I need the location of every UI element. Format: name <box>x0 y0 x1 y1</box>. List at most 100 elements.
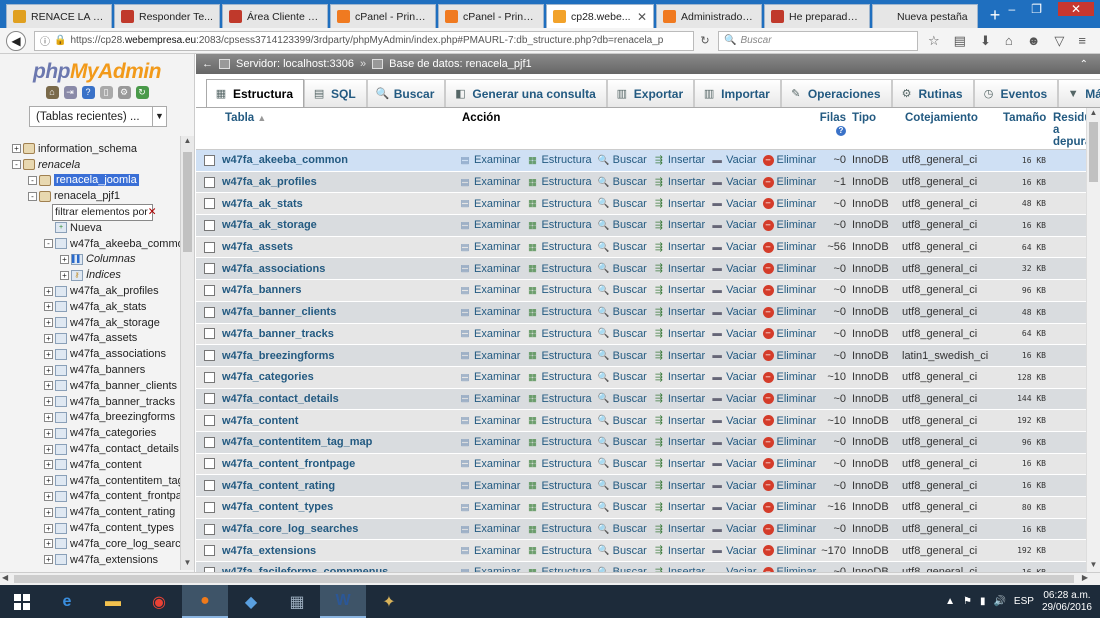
row-checkbox[interactable] <box>203 328 215 340</box>
action-drop[interactable]: −Eliminar <box>762 241 816 253</box>
action-empty[interactable]: ▬ Vaciar <box>711 219 756 231</box>
action-search[interactable]: 🔍Buscar <box>598 501 647 513</box>
row-checkbox[interactable] <box>203 241 215 253</box>
action-browse[interactable]: ▤ Examinar <box>459 284 521 296</box>
tree-item-table[interactable]: + w47fa_banner_tracks <box>0 394 180 410</box>
action-browse[interactable]: ▤ Examinar <box>459 436 521 448</box>
tree-item-new[interactable]: + Nueva <box>0 220 180 236</box>
row-checkbox[interactable] <box>203 501 215 513</box>
action-empty[interactable]: ▬ Vaciar <box>711 480 756 492</box>
action-structure[interactable]: ▦ Estructura <box>526 328 592 340</box>
tree-item-table[interactable]: + w47fa_contentitem_tag <box>0 473 180 489</box>
taskbar-app[interactable]: ◉ <box>136 585 182 618</box>
tab-buscar[interactable]: 🔍 Buscar <box>366 79 446 107</box>
action-drop[interactable]: −Eliminar <box>762 501 816 513</box>
tree-item-table[interactable]: + w47fa_ak_profiles <box>0 283 180 299</box>
action-drop[interactable]: −Eliminar <box>762 284 816 296</box>
tree-item-table[interactable]: + w47fa_content_frontpa <box>0 489 180 505</box>
row-checkbox[interactable] <box>203 458 215 470</box>
minimize-icon[interactable]: – <box>1009 2 1016 16</box>
tab-estructura[interactable]: ▦ Estructura <box>206 79 305 107</box>
table-name-link[interactable]: w47fa_ak_profiles <box>222 176 459 188</box>
action-insert[interactable]: ⇶ Insertar <box>653 501 705 513</box>
docs-icon[interactable]: ▯ <box>99 86 113 99</box>
action-empty[interactable]: ▬ Vaciar <box>711 328 756 340</box>
action-drop[interactable]: −Eliminar <box>762 436 816 448</box>
action-structure[interactable]: ▦ Estructura <box>526 198 592 210</box>
action-search[interactable]: 🔍Buscar <box>598 523 647 535</box>
taskbar-app[interactable]: ✦ <box>366 585 412 618</box>
tab-exportar[interactable]: ▥ Exportar <box>606 79 695 107</box>
expand-icon[interactable]: + <box>44 476 53 486</box>
collapse-icon[interactable]: - <box>44 239 53 249</box>
tree-item-table[interactable]: + w47fa_extensions <box>0 552 180 568</box>
back-button[interactable]: ◀ <box>6 30 26 51</box>
table-name-link[interactable]: w47fa_contact_details <box>222 393 459 405</box>
tree-item-table[interactable]: - w47fa_akeeba_common <box>0 236 180 252</box>
help-icon[interactable]: ? <box>836 126 846 136</box>
action-insert[interactable]: ⇶ Insertar <box>653 350 705 362</box>
action-browse[interactable]: ▤ Examinar <box>459 523 521 535</box>
pma-logo[interactable]: phpMyAdmin <box>0 60 194 84</box>
tree-item-cols[interactable]: + ▌▌ Columnas <box>0 252 180 268</box>
row-checkbox[interactable] <box>203 545 215 557</box>
tree-item-table[interactable]: + w47fa_ak_storage <box>0 315 180 331</box>
action-structure[interactable]: ▦ Estructura <box>526 523 592 535</box>
action-search[interactable]: 🔍Buscar <box>598 241 647 253</box>
row-checkbox[interactable] <box>203 436 215 448</box>
action-empty[interactable]: ▬ Vaciar <box>711 176 756 188</box>
action-drop[interactable]: −Eliminar <box>762 328 816 340</box>
tray-arrow-icon[interactable]: ▲ <box>945 596 955 607</box>
scroll-up-icon[interactable]: ▲ <box>1087 108 1100 120</box>
expand-icon[interactable]: + <box>44 507 53 517</box>
action-structure[interactable]: ▦ Estructura <box>526 393 592 405</box>
taskbar-app[interactable]: ▦ <box>274 585 320 618</box>
row-checkbox[interactable] <box>203 415 215 427</box>
scroll-thumb[interactable] <box>183 152 192 252</box>
action-browse[interactable]: ▤ Examinar <box>459 176 521 188</box>
action-browse[interactable]: ▤ Examinar <box>459 350 521 362</box>
expand-icon[interactable]: + <box>44 333 53 343</box>
browser-tab[interactable]: Administrador ... <box>656 4 762 28</box>
tree-item-db[interactable]: - renacela <box>0 157 180 173</box>
action-structure[interactable]: ▦ Estructura <box>526 501 592 513</box>
action-empty[interactable]: ▬ Vaciar <box>711 263 756 275</box>
action-structure[interactable]: ▦ Estructura <box>526 176 592 188</box>
action-drop[interactable]: −Eliminar <box>762 415 816 427</box>
tree-item-table[interactable]: + w47fa_content <box>0 457 180 473</box>
expand-icon[interactable]: + <box>60 270 69 280</box>
tree-item-table[interactable]: + w47fa_banners <box>0 362 180 378</box>
action-drop[interactable]: −Eliminar <box>762 480 816 492</box>
action-structure[interactable]: ▦ Estructura <box>526 415 592 427</box>
tree-item-table[interactable]: + w47fa_breezingforms <box>0 410 180 426</box>
action-insert[interactable]: ⇶ Insertar <box>653 436 705 448</box>
action-empty[interactable]: ▬ Vaciar <box>711 241 756 253</box>
table-name-link[interactable]: w47fa_content <box>222 415 459 427</box>
table-name-link[interactable]: w47fa_extensions <box>222 545 459 557</box>
tree-item-table[interactable]: + w47fa_contact_details <box>0 441 180 457</box>
tree-item-table[interactable]: + w47fa_associations <box>0 346 180 362</box>
tree-item-table[interactable]: + w47fa_content_types <box>0 520 180 536</box>
table-name-link[interactable]: w47fa_content_types <box>222 501 459 513</box>
action-browse[interactable]: ▤ Examinar <box>459 458 521 470</box>
tab-rutinas[interactable]: ⚙ Rutinas <box>891 79 974 107</box>
browser-tab[interactable]: RENACE LA VE... <box>6 4 112 28</box>
collapse-icon[interactable]: ⌃ <box>1080 59 1088 70</box>
collapse-icon[interactable]: - <box>28 191 37 201</box>
pocket-icon[interactable]: ▽ <box>1054 33 1064 49</box>
tree-item-table[interactable]: + w47fa_ak_stats <box>0 299 180 315</box>
browser-tab[interactable]: cPanel - Princi... <box>330 4 436 28</box>
expand-icon[interactable]: + <box>44 444 53 454</box>
scroll-right-icon[interactable]: ▶ <box>1082 573 1088 582</box>
taskbar-app[interactable]: ● <box>182 585 228 618</box>
action-browse[interactable]: ▤ Examinar <box>459 501 521 513</box>
settings-icon[interactable]: ⚙ <box>117 86 131 99</box>
bookmark-star-icon[interactable]: ☆ <box>928 33 940 49</box>
action-search[interactable]: 🔍Buscar <box>598 328 647 340</box>
close-icon[interactable]: ✕ <box>637 10 647 24</box>
action-browse[interactable]: ▤ Examinar <box>459 198 521 210</box>
expand-icon[interactable]: + <box>44 318 53 328</box>
action-search[interactable]: 🔍Buscar <box>598 306 647 318</box>
taskbar-app[interactable]: W <box>320 585 366 618</box>
action-empty[interactable]: ▬ Vaciar <box>711 436 756 448</box>
